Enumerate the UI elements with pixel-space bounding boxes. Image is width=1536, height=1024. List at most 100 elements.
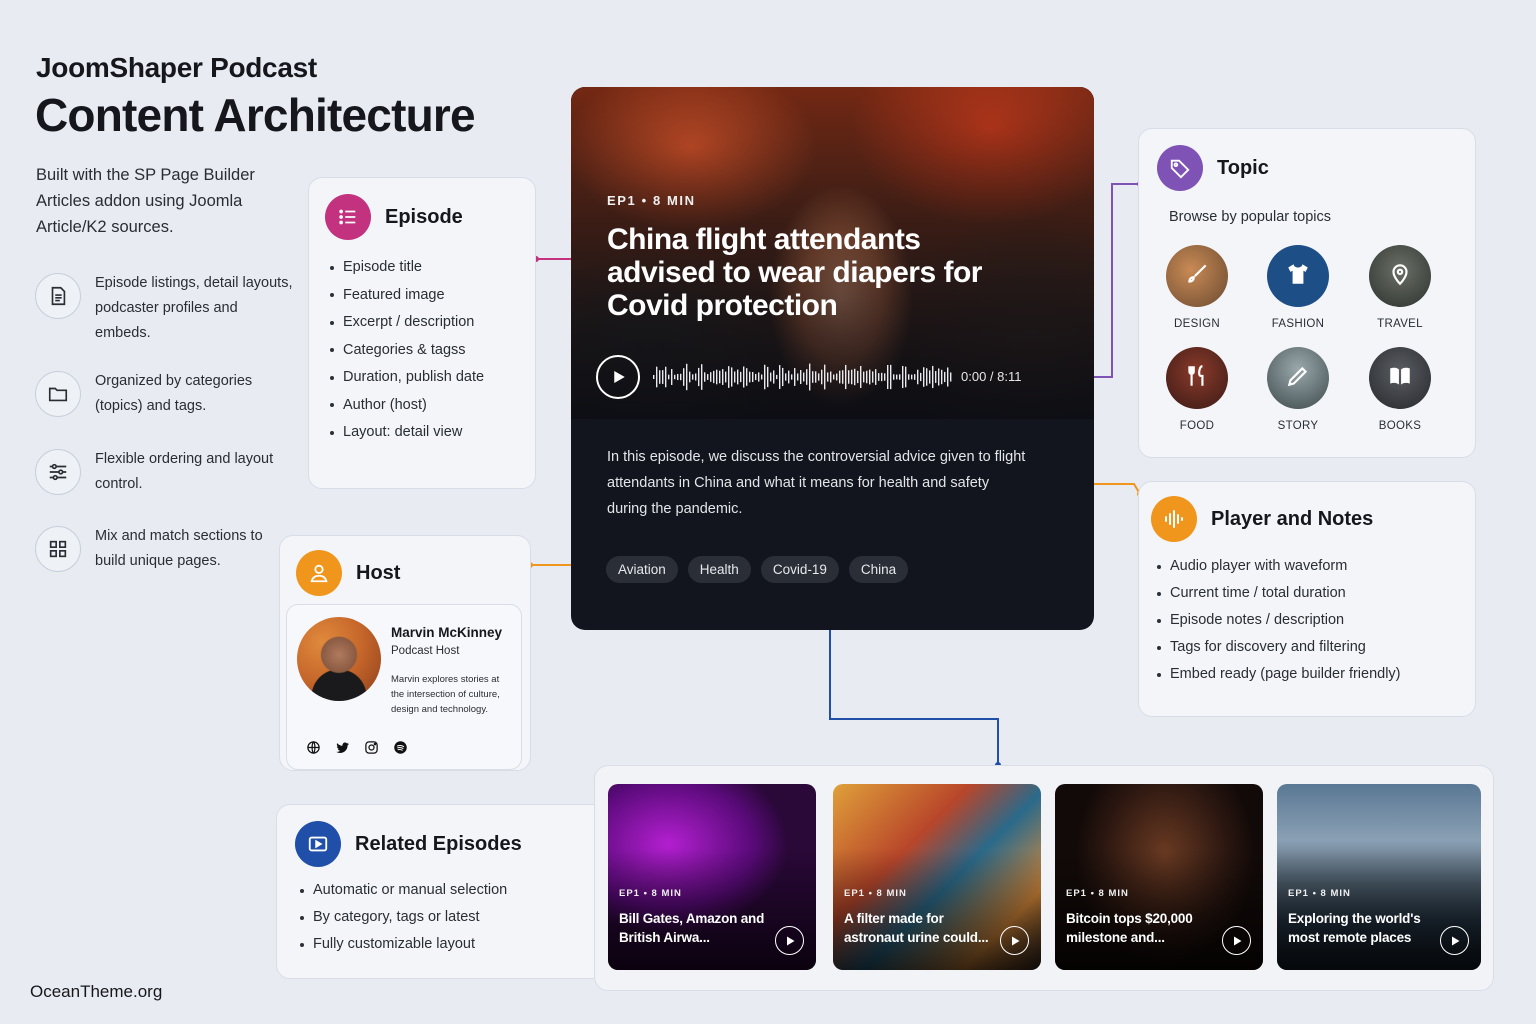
related-episode-card[interactable]: EP1 • 8 MIN A filter made for astronaut … xyxy=(833,784,1041,970)
list-item: Embed ready (page builder friendly) xyxy=(1156,661,1401,688)
topic-travel[interactable]: TRAVEL xyxy=(1355,245,1445,330)
player-notes-title: Player and Notes xyxy=(1211,507,1374,530)
play-button[interactable] xyxy=(775,926,804,955)
list-item: Duration, publish date xyxy=(329,364,484,392)
host-bio: Marvin explores stories at the intersect… xyxy=(391,674,500,715)
list-item: Episode title xyxy=(329,254,484,282)
play-button[interactable] xyxy=(1000,926,1029,955)
topic-label: TRAVEL xyxy=(1377,318,1423,330)
tag-list: Aviation Health Covid-19 China xyxy=(606,556,909,583)
play-button[interactable] xyxy=(596,355,640,399)
page-title: Content Architecture xyxy=(35,89,476,141)
related-episode-card[interactable]: EP1 • 8 MIN Bitcoin tops $20,000 milesto… xyxy=(1055,784,1263,970)
episode-title: China flight attendants advised to wear … xyxy=(607,223,982,322)
list-item: Fully customizable layout xyxy=(299,931,507,958)
intro-text: Built with the SP Page Builder Articles … xyxy=(36,166,255,236)
topic-subtitle: Browse by popular topics xyxy=(1169,209,1331,225)
play-icon xyxy=(614,371,625,383)
related-episodes-card: Related Episodes Automatic or manual sel… xyxy=(276,804,606,979)
host-name: Marvin McKinney xyxy=(391,625,503,640)
list-item: Episode notes / description xyxy=(1156,607,1401,634)
brand-name: JoomShaper Podcast xyxy=(36,52,317,83)
related-episodes-title: Related Episodes xyxy=(355,832,522,855)
document-icon xyxy=(35,273,81,319)
user-icon xyxy=(296,550,342,596)
tag-chip[interactable]: China xyxy=(848,556,909,583)
play-button[interactable] xyxy=(1440,926,1469,955)
footer-credit: OceanTheme.org xyxy=(30,982,163,1001)
list-item: Categories & tagss xyxy=(329,337,484,365)
tag-chip[interactable]: Health xyxy=(687,556,751,583)
play-icon xyxy=(1011,936,1019,945)
play-icon xyxy=(1451,936,1459,945)
episode-fields-list: Episode title Featured image Excerpt / d… xyxy=(329,254,484,447)
episode-meta: EP1 • 8 MIN xyxy=(844,888,907,899)
shirt-icon xyxy=(1285,261,1311,292)
list-item: Author (host) xyxy=(329,392,484,420)
utensils-icon xyxy=(1184,363,1210,394)
episode-card-title: Episode xyxy=(385,205,463,228)
list-item: Tags for discovery and filtering xyxy=(1156,634,1401,661)
episode-hero-player: EP1 • 8 MIN China flight attendants advi… xyxy=(571,87,1094,630)
topic-design[interactable]: DESIGN xyxy=(1152,245,1242,330)
list-item: Current time / total duration xyxy=(1156,580,1401,607)
related-episode-card[interactable]: EP1 • 8 MIN Exploring the world's most r… xyxy=(1277,784,1481,970)
episode-description: In this episode, we discuss the controve… xyxy=(607,449,1026,517)
topic-fashion[interactable]: FASHION xyxy=(1253,245,1343,330)
feature-text: Flexible ordering and layout control. xyxy=(95,451,274,492)
tag-chip[interactable]: Aviation xyxy=(606,556,678,583)
play-button[interactable] xyxy=(1222,926,1251,955)
twitter-icon[interactable] xyxy=(334,739,350,755)
topic-label: FOOD xyxy=(1179,420,1215,432)
book-icon xyxy=(1387,363,1413,394)
episode-card: Episode Episode title Featured image Exc… xyxy=(308,177,536,489)
topic-label: BOOKS xyxy=(1378,420,1422,432)
tag-icon xyxy=(1157,145,1203,191)
topic-label: DESIGN xyxy=(1174,318,1220,330)
grid-icon xyxy=(35,526,81,572)
player-notes-card: Player and Notes Audio player with wavef… xyxy=(1138,481,1476,717)
video-icon xyxy=(295,821,341,867)
play-icon xyxy=(786,936,794,945)
episode-title: Exploring the world's most remote places xyxy=(1288,911,1421,945)
related-episode-card[interactable]: EP1 • 8 MIN Bill Gates, Amazon and Briti… xyxy=(608,784,816,970)
feature-text: Mix and match sections to build unique p… xyxy=(95,528,263,569)
feature-text: Organized by categories (topics) and tag… xyxy=(95,373,253,414)
list-item: Audio player with waveform xyxy=(1156,553,1401,580)
topic-card: Topic Browse by popular topics DESIGN FA… xyxy=(1138,128,1476,458)
topic-label: FASHION xyxy=(1271,318,1325,330)
waveform-icon xyxy=(1151,496,1197,542)
related-features-list: Automatic or manual selection By categor… xyxy=(299,877,507,958)
list-item: Layout: detail view xyxy=(329,419,484,447)
waveform[interactable] xyxy=(653,359,953,395)
host-role: Podcast Host xyxy=(391,645,460,657)
topic-label: STORY xyxy=(1277,420,1319,432)
topic-books[interactable]: BOOKS xyxy=(1355,347,1445,432)
social-links xyxy=(305,739,408,755)
episode-title: A filter made for astronaut urine could.… xyxy=(844,911,989,945)
host-profile: Marvin McKinney Podcast Host Marvin expl… xyxy=(286,604,522,770)
pin-icon xyxy=(1387,261,1413,292)
spotify-icon[interactable] xyxy=(392,739,408,755)
topic-story[interactable]: STORY xyxy=(1253,347,1343,432)
episode-meta: EP1 • 8 MIN xyxy=(1066,888,1129,899)
brush-icon xyxy=(1184,261,1210,292)
globe-icon[interactable] xyxy=(305,739,321,755)
play-icon xyxy=(1233,936,1241,945)
sliders-icon xyxy=(35,449,81,495)
pencil-icon xyxy=(1285,363,1311,394)
avatar xyxy=(297,617,381,701)
list-item: By category, tags or latest xyxy=(299,904,507,931)
episode-meta: EP1 • 8 MIN xyxy=(1288,888,1351,899)
list-item: Automatic or manual selection xyxy=(299,877,507,904)
topic-food[interactable]: FOOD xyxy=(1152,347,1242,432)
folder-icon xyxy=(35,371,81,417)
episode-meta: EP1 • 8 MIN xyxy=(607,193,696,208)
episode-meta: EP1 • 8 MIN xyxy=(619,888,682,899)
episode-title: Bill Gates, Amazon and British Airwa... xyxy=(619,911,765,945)
list-icon xyxy=(325,194,371,240)
episode-title: Bitcoin tops $20,000 milestone and... xyxy=(1066,911,1193,945)
instagram-icon[interactable] xyxy=(363,739,379,755)
tag-chip[interactable]: Covid-19 xyxy=(760,556,839,583)
player-features-list: Audio player with waveform Current time … xyxy=(1156,553,1401,688)
